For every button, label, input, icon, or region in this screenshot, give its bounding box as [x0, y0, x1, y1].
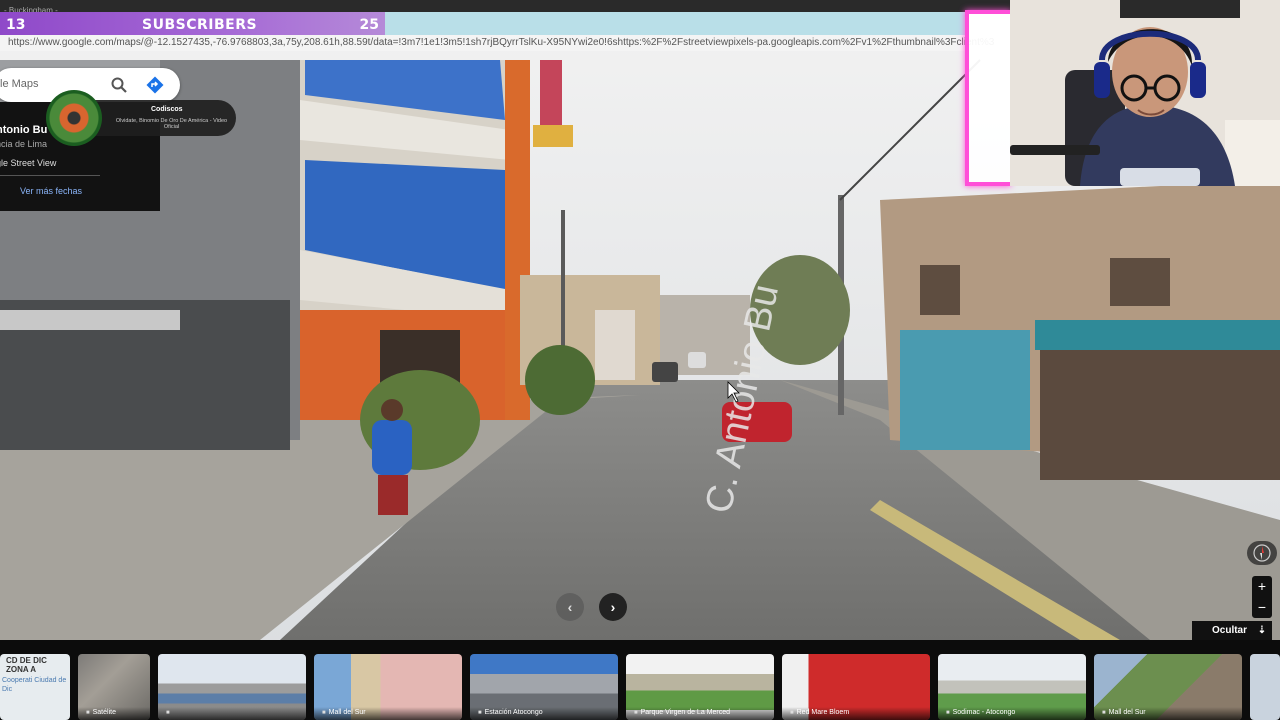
- thumbnail-label: [158, 707, 306, 720]
- thumbnail-photo[interactable]: Parque Virgen de La Merced: [626, 654, 774, 720]
- thumbnail-map[interactable]: CD DE DIC ZONA A Cooperati Ciudad de Dic: [0, 654, 70, 720]
- chevron-right-icon: ›: [610, 599, 616, 615]
- thumbnail-photo[interactable]: Estación Atocongo: [470, 654, 618, 720]
- now-playing-artist: Codiscos: [151, 106, 183, 113]
- top-strip: - Buckingham - ...: [0, 0, 1010, 15]
- thumbnail-satellite[interactable]: Satélite: [78, 654, 150, 720]
- thumbnail-photo[interactable]: Mall del Sur: [314, 654, 462, 720]
- subscriber-current: 13: [6, 17, 26, 33]
- search-icon[interactable]: [110, 76, 128, 94]
- next-image-button[interactable]: ›: [599, 593, 627, 621]
- image-source: gle Street View: [0, 158, 57, 168]
- subscriber-title: SUBSCRIBERS: [142, 17, 258, 33]
- now-playing-song: Olvidate, Binomio De Oro De América - Vi…: [115, 118, 228, 130]
- directions-icon[interactable]: [146, 76, 164, 94]
- thumbnail-photo[interactable]: [158, 654, 306, 720]
- thumbnail-label: Parque Virgen de La Merced: [626, 707, 774, 720]
- webcam-overlay: [1010, 0, 1280, 186]
- compass-icon: [1253, 544, 1271, 562]
- chevron-left-icon: ‹: [567, 599, 573, 615]
- zoom-control: + −: [1252, 576, 1272, 618]
- hide-thumbnails-button[interactable]: Ocultar ⇣: [1192, 621, 1272, 641]
- thumbnail-subtitle: Cooperati Ciudad de Dic: [2, 677, 67, 693]
- thumbnail-label: Mall del Sur: [1094, 707, 1242, 720]
- more-dates-link[interactable]: Ver más fechas: [20, 186, 82, 196]
- thumbnail-photo[interactable]: [1250, 654, 1280, 720]
- photo-thumbnails-strip: CD DE DIC ZONA A Cooperati Ciudad de Dic…: [0, 640, 1280, 720]
- album-disc-icon: [46, 90, 102, 146]
- thumbnail-label: Estación Atocongo: [470, 707, 618, 720]
- thumbnail-label: Red Mare Bloem: [782, 707, 930, 720]
- zoom-out-button[interactable]: −: [1252, 597, 1272, 618]
- webcam-frame-accent: [965, 10, 1011, 186]
- place-name: ntonio Bu: [0, 124, 48, 136]
- webcam-image: [1010, 0, 1280, 186]
- chevron-down-icon: ⇣: [1257, 625, 1267, 636]
- thumbnail-label: Satélite: [78, 707, 150, 720]
- thumbnail-photo[interactable]: Mall del Sur: [1094, 654, 1242, 720]
- divider: [0, 175, 100, 176]
- hide-label: Ocultar: [1212, 625, 1248, 636]
- thumbnail-photo[interactable]: Sodimac - Atocongo: [938, 654, 1086, 720]
- thumbnail-title: CD DE DIC ZONA A: [6, 656, 47, 674]
- url-text[interactable]: https://www.google.com/maps/@-12.1527435…: [8, 37, 994, 48]
- subscriber-goal: 25: [359, 17, 379, 33]
- thumbnail-photo[interactable]: Red Mare Bloem: [782, 654, 930, 720]
- search-input[interactable]: le Maps: [0, 78, 39, 90]
- address-bar[interactable]: https://www.google.com/maps/@-12.1527435…: [0, 35, 1010, 51]
- zoom-in-button[interactable]: +: [1252, 576, 1272, 597]
- thumbnail-label: Sodimac - Atocongo: [938, 707, 1086, 720]
- compass-button[interactable]: [1247, 541, 1277, 565]
- thumbnail-label: Mall del Sur: [314, 707, 462, 720]
- previous-image-button[interactable]: ‹: [556, 593, 584, 621]
- now-playing-widget: Codiscos Olvidate, Binomio De Oro De Amé…: [46, 90, 236, 146]
- place-province: ncia de Lima: [0, 139, 48, 149]
